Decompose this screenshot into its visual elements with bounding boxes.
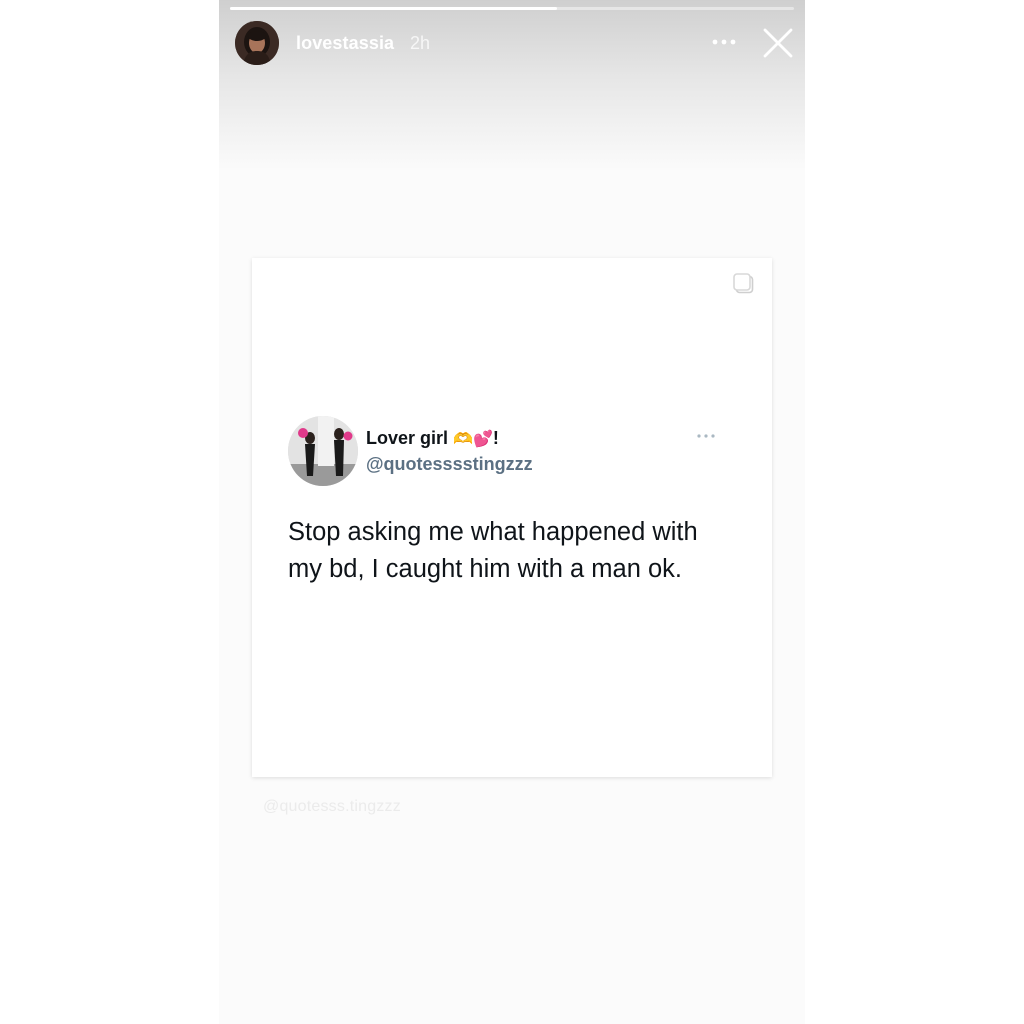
story-progress-bar — [230, 7, 794, 10]
avatar-photo-icon — [235, 21, 279, 65]
tweet-display-name-suffix: ! — [492, 428, 499, 448]
carousel-icon — [733, 273, 754, 294]
page: lovestassia 2h Lover girl 🫶💕! @quotessss… — [0, 0, 1024, 1024]
tweet-screenshot: Lover girl 🫶💕! @quotesssstingzzz Stop as… — [266, 404, 736, 624]
story-timestamp: 2h — [410, 33, 431, 53]
source-watermark: @quotesss.tingzzz — [263, 798, 401, 815]
story-viewer[interactable]: lovestassia 2h Lover girl 🫶💕! @quotessss… — [219, 0, 805, 1024]
shared-post-card[interactable]: Lover girl 🫶💕! @quotesssstingzzz Stop as… — [252, 258, 772, 777]
story-author-avatar[interactable] — [235, 21, 279, 65]
story-header-gradient — [219, 0, 805, 170]
tweet-display-name-text: Lover girl — [366, 428, 449, 448]
tweet-author-avatar — [288, 416, 358, 486]
close-story-button[interactable] — [759, 24, 797, 62]
story-username[interactable]: lovestassia — [296, 33, 394, 54]
close-icon — [763, 28, 793, 58]
tweet-body-text: Stop asking me what happened with my bd,… — [288, 518, 698, 583]
tweet-handle: @quotesssstingzzz — [366, 454, 533, 474]
heart-hands-emoji-icon: 🫶💕 — [453, 429, 493, 448]
story-progress-fill — [230, 7, 558, 10]
tweet-display-name: Lover girl 🫶💕! — [366, 428, 499, 449]
avatar-photo-icon — [288, 416, 358, 486]
more-options-button[interactable] — [709, 28, 739, 56]
more-horizontal-icon — [697, 434, 715, 438]
more-horizontal-icon — [712, 39, 736, 45]
